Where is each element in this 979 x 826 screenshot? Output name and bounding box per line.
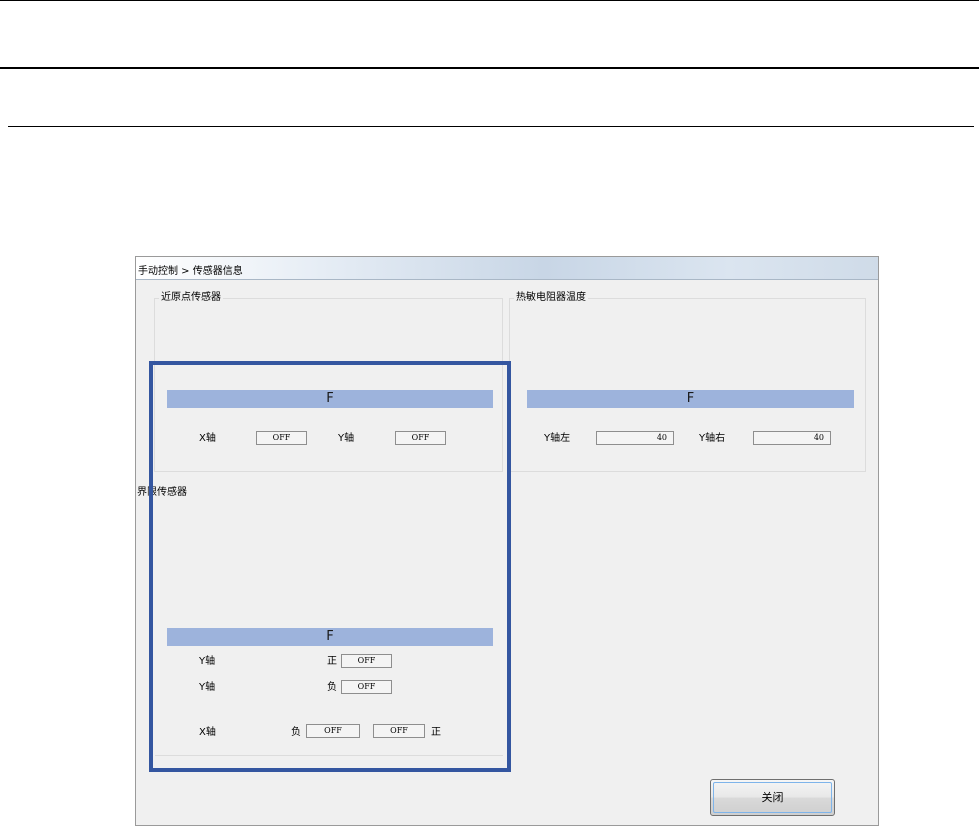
y-axis-left-label: Y轴左 (544, 433, 571, 444)
limit-row2-direction: 负 (327, 682, 337, 693)
home-sensor-title: 近原点传感器 (159, 292, 223, 304)
limit-row1-axis: Y轴 (199, 656, 216, 667)
home-x-axis-status: OFF (256, 431, 307, 445)
y-axis-right-label: Y轴右 (699, 433, 726, 444)
home-sensor-group: 近原点传感器 (154, 292, 503, 472)
limit-row2-status: OFF (341, 680, 392, 694)
home-x-axis-label: X轴 (199, 433, 216, 444)
window-titlebar: 手动控制 > 传感器信息 (136, 257, 878, 280)
limit-sensor-title: 界限传感器 (137, 487, 187, 498)
limit-sensor-band: F (167, 628, 493, 646)
thermistor-group: 热敏电阻器温度 (509, 292, 866, 472)
limit-row3-positive-label: 正 (431, 727, 441, 738)
y-axis-left-temp: 40 (596, 431, 674, 445)
limit-section-divider (155, 755, 503, 756)
window-title: 手动控制 > 传感器信息 (138, 266, 243, 277)
limit-row2-axis: Y轴 (199, 682, 216, 693)
document-bottom-rule (8, 126, 974, 127)
limit-row3-axis: X轴 (199, 727, 216, 738)
limit-row3-positive-status: OFF (373, 724, 425, 738)
limit-row1-status: OFF (341, 654, 392, 668)
thermistor-title: 热敏电阻器温度 (514, 292, 588, 304)
limit-row3-negative-label: 负 (291, 727, 301, 738)
limit-row1-direction: 正 (327, 656, 337, 667)
thermistor-band: F (527, 390, 854, 408)
limit-row3-negative-status: OFF (306, 724, 360, 738)
document-top-rule (0, 0, 979, 1)
document-divider-rule (0, 67, 979, 69)
home-sensor-band: F (167, 390, 493, 408)
close-button[interactable]: 关闭 (710, 779, 835, 816)
y-axis-right-temp: 40 (753, 431, 831, 445)
home-y-axis-label: Y轴 (338, 433, 355, 444)
home-y-axis-status: OFF (395, 431, 446, 445)
